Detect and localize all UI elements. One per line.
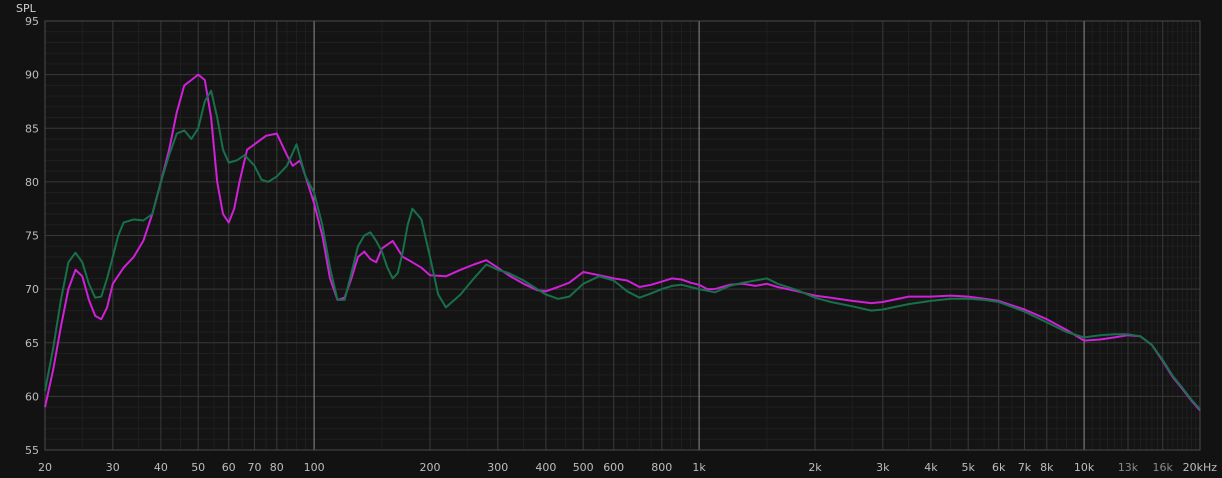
y-tick-label: 55	[25, 444, 39, 457]
x-tick-label: 13k	[1118, 461, 1139, 474]
x-tick-label: 7k	[1018, 461, 1032, 474]
x-tick-label: 800	[651, 461, 672, 474]
y-tick-label: 95	[25, 15, 39, 28]
x-tick-label: 400	[535, 461, 556, 474]
x-tick-label: 20kHz	[1183, 461, 1218, 474]
x-tick-label: 10k	[1074, 461, 1095, 474]
x-tick-label: 50	[191, 461, 205, 474]
x-tick-label: 16k	[1153, 461, 1174, 474]
x-tick-label: 5k	[962, 461, 976, 474]
x-tick-label: 20	[38, 461, 52, 474]
x-tick-label: 1k	[692, 461, 706, 474]
x-axis-ticks: 20 30 40 50 60 70 80 100 200 300 400 500 600 800 1k 2k 3…	[38, 461, 1217, 474]
x-tick-label: 300	[487, 461, 508, 474]
x-tick-label: 100	[304, 461, 325, 474]
x-tick-label: 4k	[924, 461, 938, 474]
y-tick-label: 70	[25, 283, 39, 296]
x-tick-label: 8k	[1040, 461, 1054, 474]
x-tick-label: 70	[248, 461, 262, 474]
y-tick-label: 90	[25, 69, 39, 82]
y-tick-label: 75	[25, 230, 39, 243]
x-tick-label: 600	[603, 461, 624, 474]
x-tick-label: 40	[154, 461, 168, 474]
y-tick-label: 85	[25, 122, 39, 135]
y-tick-label: 65	[25, 337, 39, 350]
x-tick-label: 6k	[992, 461, 1006, 474]
x-tick-label: 30	[106, 461, 120, 474]
x-tick-label: 500	[573, 461, 594, 474]
x-tick-label: 80	[270, 461, 284, 474]
y-tick-label: 80	[25, 176, 39, 189]
x-tick-label: 2k	[808, 461, 822, 474]
x-tick-label: 60	[222, 461, 236, 474]
y-tick-label: 60	[25, 390, 39, 403]
y-axis-ticks: 55 60 65 70 75 80 85 90 95	[25, 15, 39, 457]
x-tick-label: 3k	[876, 461, 890, 474]
x-tick-label: 200	[420, 461, 441, 474]
frequency-response-chart: 55 60 65 70 75 80 85 90 95 20 30 40 50 60 70 80 100 200 3…	[16, 2, 1217, 474]
y-axis-label: SPL	[16, 2, 37, 15]
